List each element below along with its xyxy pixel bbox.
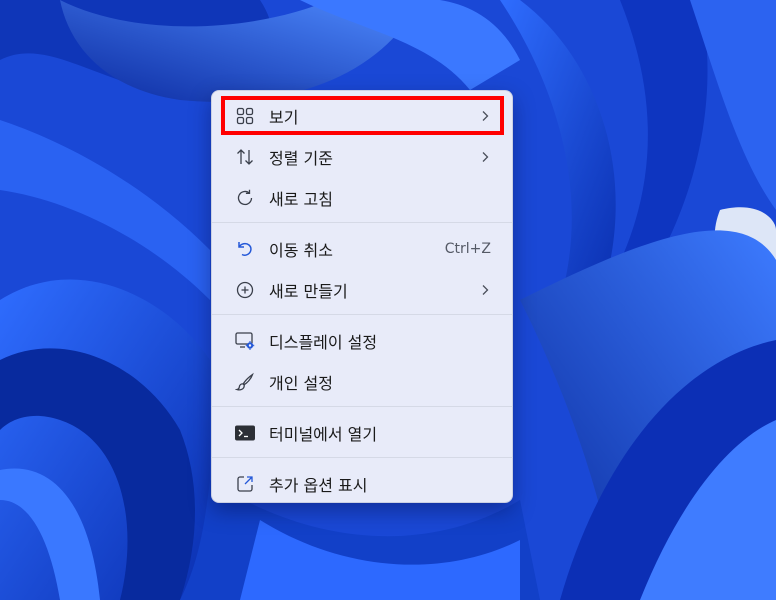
sort-arrows-icon bbox=[233, 145, 257, 169]
menu-item-refresh[interactable]: 새로 고침 bbox=[216, 177, 508, 218]
menu-item-display-settings[interactable]: 디스플레이 설정 bbox=[216, 320, 508, 361]
menu-separator bbox=[212, 222, 512, 223]
menu-item-open-in-terminal[interactable]: 터미널에서 열기 bbox=[216, 412, 508, 453]
menu-item-new[interactable]: 새로 만들기 bbox=[216, 269, 508, 310]
chevron-right-icon bbox=[479, 283, 491, 297]
undo-icon bbox=[233, 237, 257, 261]
shortcut-label: Ctrl+Z bbox=[444, 240, 491, 257]
add-circle-icon bbox=[233, 278, 257, 302]
menu-separator bbox=[212, 406, 512, 407]
brush-icon bbox=[233, 370, 257, 394]
menu-item-view[interactable]: 보기 bbox=[216, 95, 508, 136]
menu-item-sort-by[interactable]: 정렬 기준 bbox=[216, 136, 508, 177]
menu-item-undo-move[interactable]: 이동 취소 Ctrl+Z bbox=[216, 228, 508, 269]
menu-item-label: 터미널에서 열기 bbox=[269, 424, 378, 444]
menu-item-label: 보기 bbox=[269, 107, 299, 127]
menu-item-label: 추가 옵션 표시 bbox=[269, 475, 368, 495]
chevron-right-icon bbox=[479, 150, 491, 164]
menu-item-label: 개인 설정 bbox=[269, 373, 333, 393]
refresh-icon bbox=[233, 186, 257, 210]
desktop-context-menu: 보기 정렬 기준 새로 고침 이동 취소 Ctrl+Z 새로 만들기 디스플레이… bbox=[211, 90, 513, 503]
menu-separator bbox=[212, 457, 512, 458]
show-more-icon bbox=[233, 472, 257, 496]
chevron-right-icon bbox=[479, 109, 491, 123]
menu-item-label: 정렬 기준 bbox=[269, 148, 333, 168]
menu-item-show-more-options[interactable]: 추가 옵션 표시 bbox=[216, 463, 508, 504]
menu-item-label: 새로 고침 bbox=[269, 189, 333, 209]
display-settings-icon bbox=[233, 329, 257, 353]
menu-item-personalize[interactable]: 개인 설정 bbox=[216, 361, 508, 402]
terminal-icon bbox=[233, 421, 257, 445]
menu-separator bbox=[212, 314, 512, 315]
menu-item-label: 디스플레이 설정 bbox=[269, 332, 378, 352]
menu-item-label: 이동 취소 bbox=[269, 240, 333, 260]
menu-item-label: 새로 만들기 bbox=[269, 281, 348, 301]
grid-view-icon bbox=[233, 104, 257, 128]
